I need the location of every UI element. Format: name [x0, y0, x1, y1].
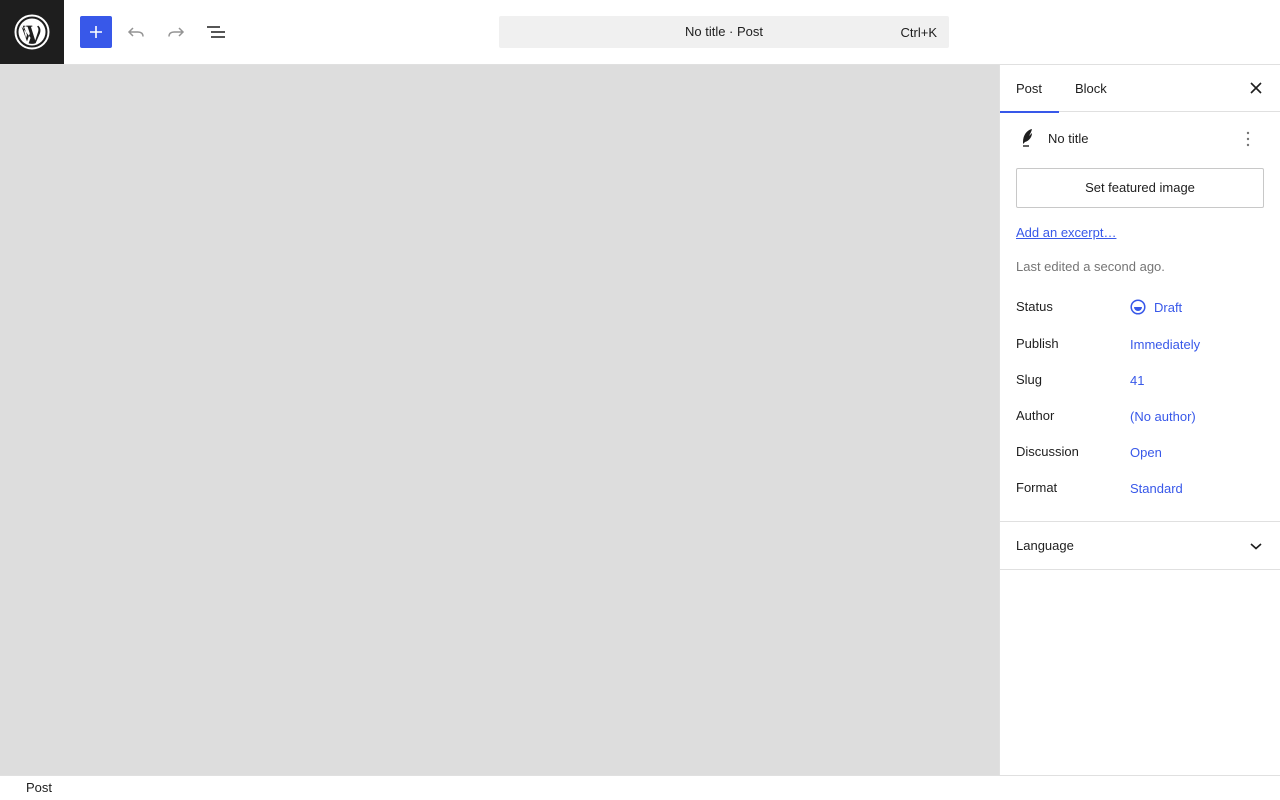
undo-icon — [127, 27, 144, 37]
post-actions-button[interactable] — [1240, 129, 1256, 149]
plus-icon — [90, 26, 102, 38]
list-view-icon — [207, 26, 225, 38]
language-panel-toggle[interactable]: Language — [1000, 521, 1280, 570]
meta-row-status: Status Draft — [1016, 299, 1264, 323]
breadcrumb-post[interactable]: Post — [26, 780, 52, 795]
settings-sidebar: Post Block No title Set featured image A… — [999, 65, 1280, 775]
meta-row-discussion: Discussion Open — [1016, 444, 1264, 468]
add-excerpt-link[interactable]: Add an excerpt… — [1016, 225, 1116, 240]
redo-button[interactable] — [160, 16, 192, 48]
publish-date-toggle[interactable]: Immediately — [1130, 337, 1200, 352]
post-card: No title — [1016, 127, 1264, 151]
sidebar-tabs: Post Block — [1000, 65, 1280, 113]
slug-toggle[interactable]: 41 — [1130, 373, 1144, 388]
close-icon — [1250, 82, 1262, 94]
redo-icon — [168, 27, 185, 37]
feather-icon — [1023, 129, 1032, 147]
format-toggle[interactable]: Standard — [1130, 481, 1183, 496]
document-title: No title · Post — [684, 24, 764, 39]
post-title: No title — [1048, 131, 1089, 146]
meta-label: Publish — [1016, 336, 1059, 351]
meta-label: Status — [1016, 299, 1053, 314]
status-value: Draft — [1154, 299, 1183, 315]
draft-status-icon — [1130, 299, 1146, 315]
language-panel-label: Language — [1016, 538, 1074, 553]
list-view-button[interactable] — [200, 16, 232, 48]
undo-button[interactable] — [120, 16, 152, 48]
add-block-button[interactable] — [80, 16, 112, 48]
status-toggle[interactable]: Draft — [1130, 299, 1182, 315]
editor-header: No title · Post Ctrl+K — [0, 0, 1280, 65]
meta-label: Slug — [1016, 372, 1043, 387]
keyboard-shortcut: Ctrl+K — [900, 25, 937, 40]
chevron-down-icon — [1250, 543, 1262, 550]
tab-block[interactable]: Block — [1059, 65, 1123, 112]
editor-footer: Post — [0, 775, 1280, 800]
meta-row-slug: Slug 41 — [1016, 372, 1264, 396]
meta-label: Format — [1016, 480, 1058, 495]
meta-row-author: Author (No author) — [1016, 408, 1264, 432]
meta-label: Discussion — [1016, 444, 1079, 459]
author-toggle[interactable]: (No author) — [1130, 409, 1196, 424]
meta-row-format: Format Standard — [1016, 480, 1264, 504]
editor-canvas[interactable] — [0, 65, 999, 775]
meta-label: Author — [1016, 408, 1055, 423]
command-palette-bar[interactable]: No title · Post Ctrl+K — [499, 16, 949, 48]
wordpress-logo-button[interactable] — [0, 0, 64, 64]
discussion-toggle[interactable]: Open — [1130, 445, 1162, 460]
more-vertical-icon — [1246, 131, 1250, 147]
set-featured-image-button[interactable]: Set featured image — [1016, 168, 1264, 208]
close-sidebar-button[interactable] — [1240, 72, 1272, 104]
tab-post[interactable]: Post — [1000, 65, 1059, 113]
wordpress-logo-icon — [14, 14, 50, 50]
last-edited-text: Last edited a second ago. — [1016, 259, 1165, 274]
meta-row-publish: Publish Immediately — [1016, 336, 1264, 360]
